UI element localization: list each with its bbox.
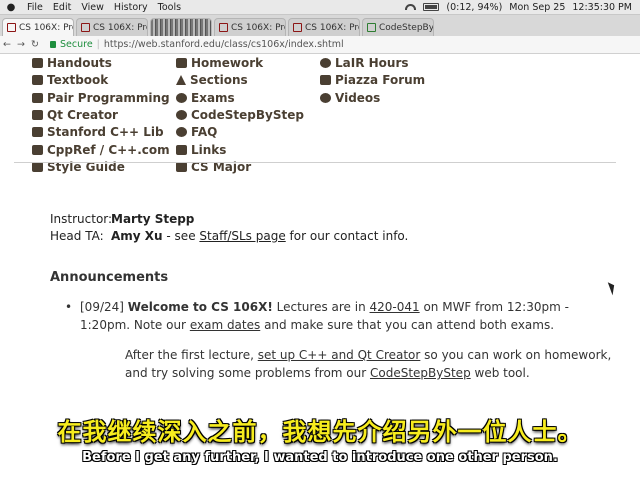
head-ta-name: Amy Xu [111,229,163,243]
codestepbystep-link[interactable]: CodeStepByStep [370,366,471,380]
nav-link-stanford-lib[interactable]: Stanford C++ Lib [32,125,164,139]
graduation-icon [176,162,187,172]
pencil-icon [176,58,187,68]
nav-link-cppref[interactable]: CppRef / C++.com [32,143,170,157]
nav-link-sections[interactable]: Sections [176,73,248,87]
section-divider [14,162,616,163]
staff-page-link[interactable]: Staff/SLs page [199,229,285,243]
menu-view[interactable]: View [76,2,109,13]
stanford-favicon-icon [293,23,302,32]
url-text[interactable]: https://web.stanford.edu/class/cs106x/in… [104,39,344,50]
address-bar[interactable]: Secure | https://web.stanford.edu/class/… [50,38,640,52]
browser-tab[interactable]: CS 106X: Pro [76,18,148,36]
subtitle-english: Before I get any further, I wanted to in… [82,450,558,465]
nav-link-links[interactable]: Links [176,143,226,157]
instructor-name: Marty Stepp [111,212,195,226]
clock-icon [176,93,187,103]
nav-link-codestepbystep[interactable]: CodeStepByStep [176,108,304,122]
nav-link-exams[interactable]: Exams [176,91,235,105]
stanford-favicon-icon [7,23,16,32]
menu-history[interactable]: History [109,2,153,13]
menu-tools[interactable]: Tools [153,2,186,13]
nav-link-lair-hours[interactable]: LaIR Hours [320,56,409,70]
cpp-icon [32,145,43,155]
nav-link-homework[interactable]: Homework [176,56,263,70]
stanford-favicon-icon [81,23,90,32]
announcement-welcome: Welcome to CS 106X! [127,300,273,314]
style-icon [32,162,43,172]
clock-display[interactable]: 12:35:30 PM [572,2,632,13]
battery-status[interactable]: (0:12, 94%) [446,2,502,13]
question-icon [176,127,187,137]
nav-link-pair-programming[interactable]: Pair Programming [32,91,170,105]
tree-icon [176,75,186,85]
code-icon [176,110,187,120]
announcement-date: [09/24] [80,300,124,314]
setup-link[interactable]: set up C++ and Qt Creator [258,348,421,362]
back-icon[interactable]: ← [0,39,14,50]
status-area: (0:12, 94%) Mon Sep 25 12:35:30 PM [405,2,640,13]
tab-title: CS 106X: Pro [305,22,360,33]
book-icon [32,75,43,85]
browser-tab[interactable]: CS 106X: Pro [214,18,286,36]
bullet: • [65,300,73,314]
tab-title: CodeStepBy [379,22,434,33]
exam-dates-link[interactable]: exam dates [190,318,260,332]
battery-icon[interactable] [423,3,440,11]
wifi-icon[interactable] [405,4,417,10]
lock-icon [50,41,56,48]
codestepbystep-favicon-icon [367,23,376,32]
browser-tab[interactable]: CodeStepBy [362,18,434,36]
browser-tab[interactable]: CS 106X: Pro [2,18,74,36]
head-ta-suffix: for our contact info. [285,229,409,243]
head-ta-see: - see [162,229,200,243]
browser-tab[interactable]: CS 106X: Pro [288,18,360,36]
nav-link-handouts[interactable]: Handouts [32,56,112,70]
document-icon [32,58,43,68]
nav-link-qt-creator[interactable]: Qt Creator [32,108,118,122]
subtitle-chinese: 在我继续深入之前，我想先介绍另外一位人士。 [57,418,583,446]
announcement-followup: After the first lecture, set up C++ and … [125,348,616,380]
staff-info: Instructor: Marty Stepp Head TA: Amy Xu … [50,211,408,245]
menu-edit[interactable]: Edit [48,2,76,13]
secure-label: Secure [60,39,93,50]
menu-bar: ● File Edit View History Tools (0:12, 94… [0,0,640,15]
qt-icon [32,110,43,120]
chain-link-icon [176,145,187,155]
people-icon [32,93,43,103]
browser-tab-obscured[interactable] [150,18,212,36]
forum-icon [320,75,331,85]
head-ta-label: Head TA: [50,229,104,243]
tab-title: CS 106X: Pro [19,22,74,33]
tab-strip: CS 106X: Pro CS 106X: Pro CS 106X: Pro C… [0,15,640,36]
mouse-cursor-icon [607,280,618,296]
tab-title: CS 106X: Pro [231,22,286,33]
forward-icon[interactable]: → [14,39,28,50]
play-icon [320,93,331,103]
menu-file[interactable]: File [22,2,48,13]
nav-link-piazza[interactable]: Piazza Forum [320,73,425,87]
stanford-icon [32,127,43,137]
nav-link-videos[interactable]: Videos [320,91,380,105]
nav-link-textbook[interactable]: Textbook [32,73,108,87]
date-display[interactable]: Mon Sep 25 [509,2,565,13]
announcements-heading: Announcements [50,270,169,285]
instructor-label: Instructor: [50,212,113,226]
tab-title: CS 106X: Pro [93,22,148,33]
stanford-favicon-icon [219,23,228,32]
browser-toolbar: ← → ↻ Secure | https://web.stanford.edu/… [0,36,640,54]
lair-icon [320,58,331,68]
apple-menu-icon[interactable]: ● [0,2,22,13]
room-link[interactable]: 420-041 [370,300,420,314]
nav-link-faq[interactable]: FAQ [176,125,217,139]
address-separator: | [96,39,100,50]
reload-icon[interactable]: ↻ [28,39,42,50]
announcement-text: [09/24] Welcome to CS 106X! Lectures are… [80,300,573,332]
announcement-item: • [09/24] Welcome to CS 106X! Lectures a… [65,298,620,382]
